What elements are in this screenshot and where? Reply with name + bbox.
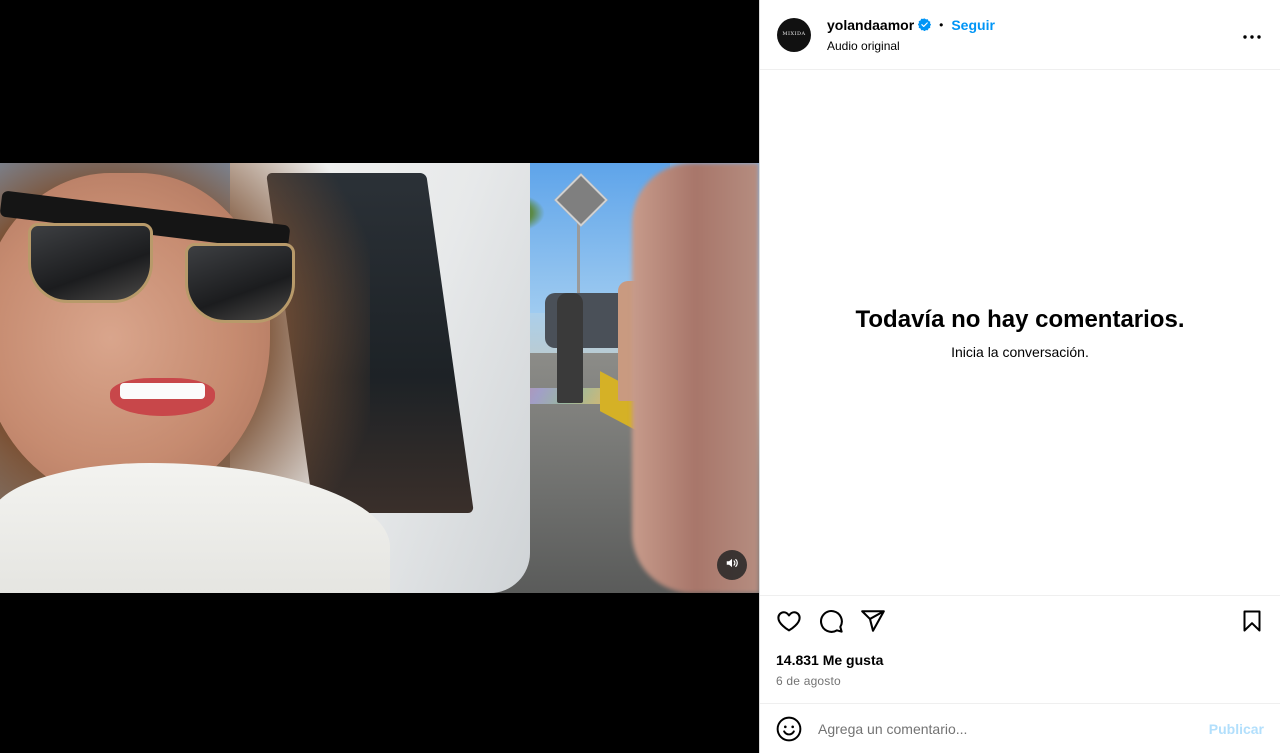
reel-video[interactable] xyxy=(0,163,759,593)
like-button[interactable] xyxy=(776,608,806,638)
likes-count[interactable]: 14.831 Me gusta xyxy=(776,652,1264,668)
header-top-row: yolandaamor • Seguir xyxy=(827,17,1240,33)
bookmark-icon xyxy=(1240,609,1264,638)
action-bar: 14.831 Me gusta 6 de agosto xyxy=(760,596,1280,704)
speaker-icon xyxy=(725,556,739,575)
action-icons-row xyxy=(776,608,1264,638)
video-sign-pole xyxy=(577,223,580,303)
more-options-button[interactable] xyxy=(1240,23,1264,47)
publish-button[interactable]: Publicar xyxy=(1209,721,1264,737)
comment-button[interactable] xyxy=(818,608,848,638)
comments-area: Todavía no hay comentarios. Inicia la co… xyxy=(760,70,1280,596)
share-button[interactable] xyxy=(860,608,890,638)
video-sunglasses-lens xyxy=(185,243,295,323)
avatar[interactable]: MIXIDA xyxy=(777,17,811,52)
audio-link[interactable]: Audio original xyxy=(827,39,1240,53)
username-link[interactable]: yolandaamor xyxy=(827,17,914,33)
save-button[interactable] xyxy=(1234,608,1264,638)
video-sunglasses-lens xyxy=(28,223,153,303)
add-comment-bar: Publicar xyxy=(760,704,1280,753)
verified-badge-icon xyxy=(917,18,932,32)
header-separator: • xyxy=(939,17,944,32)
follow-button[interactable]: Seguir xyxy=(951,17,995,33)
mute-button[interactable] xyxy=(717,550,747,580)
post-header: MIXIDA yolandaamor • Seguir Audio origin… xyxy=(760,0,1280,70)
paper-plane-icon xyxy=(860,608,886,639)
comment-input[interactable] xyxy=(818,720,1209,737)
header-info: yolandaamor • Seguir Audio original xyxy=(827,17,1240,53)
empty-comments-subtitle: Inicia la conversación. xyxy=(951,343,1089,360)
post-viewer: MIXIDA yolandaamor • Seguir Audio origin… xyxy=(0,0,1280,753)
emoji-smile-icon[interactable] xyxy=(776,716,802,742)
video-pedestrian xyxy=(557,293,583,403)
heart-icon xyxy=(776,608,802,639)
avatar-logo-text: MIXIDA xyxy=(782,30,806,37)
post-date[interactable]: 6 de agosto xyxy=(776,674,1264,688)
video-blurred-finger xyxy=(632,163,759,593)
video-teeth xyxy=(120,383,205,399)
more-options-icon xyxy=(1243,26,1261,44)
empty-comments-title: Todavía no hay comentarios. xyxy=(855,305,1185,333)
media-column xyxy=(0,0,759,753)
comment-bubble-icon xyxy=(818,608,844,639)
post-side-panel: MIXIDA yolandaamor • Seguir Audio origin… xyxy=(759,0,1280,753)
